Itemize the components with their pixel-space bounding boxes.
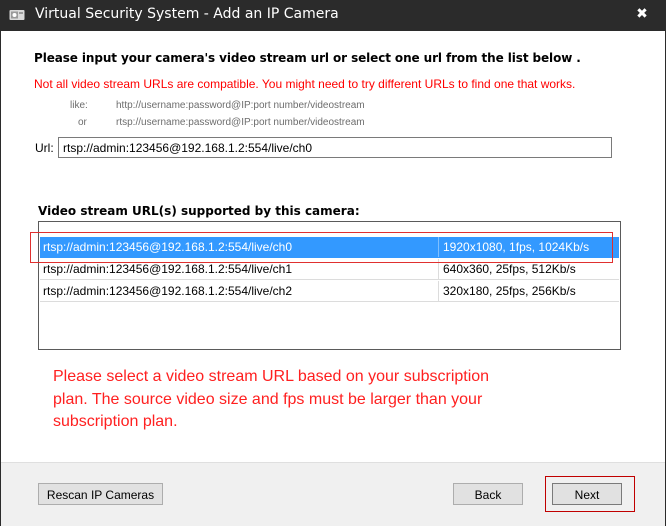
column-divider <box>438 259 439 279</box>
column-divider <box>438 237 439 257</box>
like-example: http://username:password@IP:port number/… <box>116 100 365 111</box>
stream-url-list[interactable]: rtsp://admin:123456@192.168.1.2:554/live… <box>38 221 621 350</box>
stream-row-ch2[interactable]: rtsp://admin:123456@192.168.1.2:554/live… <box>40 281 619 302</box>
subscription-note: Please select a video stream URL based o… <box>53 366 553 434</box>
stream-row-url: rtsp://admin:123456@192.168.1.2:554/live… <box>43 262 293 276</box>
close-icon: ✖ <box>636 6 648 22</box>
stream-row-url: rtsp://admin:123456@192.168.1.2:554/live… <box>43 240 293 254</box>
note-line-3: subscription plan. <box>53 413 178 430</box>
rescan-ip-cameras-button[interactable]: Rescan IP Cameras <box>38 483 163 505</box>
or-label: or <box>78 117 87 128</box>
note-line-2: plan. The source video size and fps must… <box>53 390 483 408</box>
title-bar[interactable]: Virtual Security System - Add an IP Came… <box>0 0 666 31</box>
column-divider <box>438 281 439 301</box>
url-input[interactable] <box>58 137 612 158</box>
compatibility-warning: Not all video stream URLs are compatible… <box>34 77 576 91</box>
stream-row-ch0[interactable]: rtsp://admin:123456@192.168.1.2:554/live… <box>40 237 619 258</box>
close-button[interactable]: ✖ <box>622 0 662 31</box>
stream-row-info: 320x180, 25fps, 256Kb/s <box>443 284 576 298</box>
stream-row-ch1[interactable]: rtsp://admin:123456@192.168.1.2:554/live… <box>40 259 619 280</box>
url-label: Url: <box>35 141 54 155</box>
shield-camera-icon <box>9 10 25 20</box>
instruction-heading: Please input your camera's video stream … <box>34 51 581 65</box>
window-title: Virtual Security System - Add an IP Came… <box>35 6 339 22</box>
like-label: like: <box>70 100 88 111</box>
or-example: rtsp://username:password@IP:port number/… <box>116 117 365 128</box>
next-button[interactable]: Next <box>552 483 622 505</box>
stream-row-url: rtsp://admin:123456@192.168.1.2:554/live… <box>43 284 293 298</box>
stream-row-info: 640x360, 25fps, 512Kb/s <box>443 262 576 276</box>
stream-row-info: 1920x1080, 1fps, 1024Kb/s <box>443 240 590 254</box>
note-line-1: Please select a video stream URL based o… <box>53 368 490 385</box>
back-button[interactable]: Back <box>453 483 523 505</box>
add-ip-camera-window: Virtual Security System - Add an IP Came… <box>0 0 666 526</box>
stream-list-label: Video stream URL(s) supported by this ca… <box>38 204 360 218</box>
